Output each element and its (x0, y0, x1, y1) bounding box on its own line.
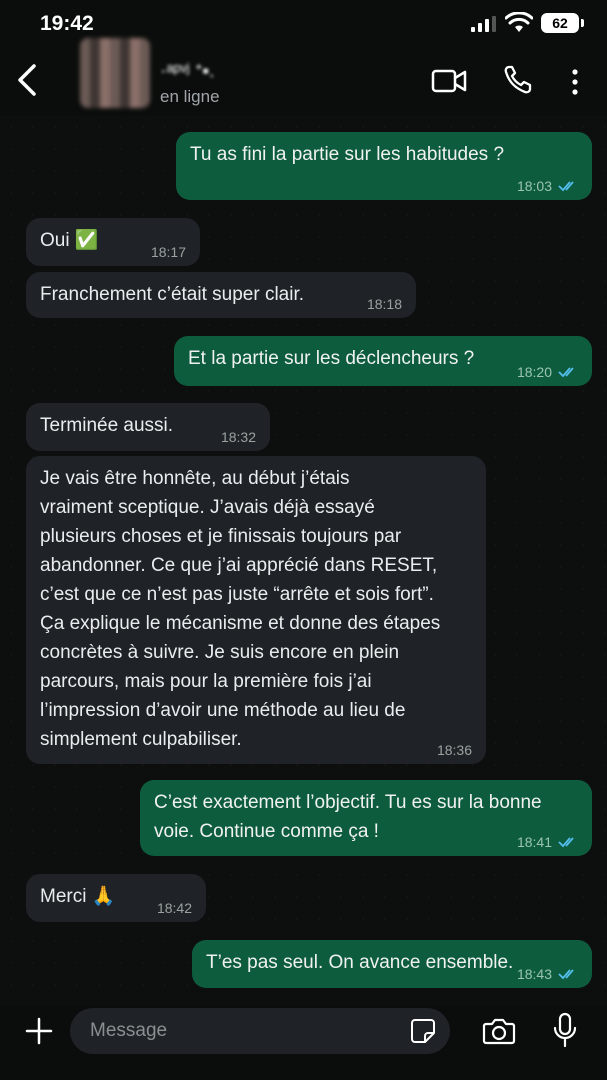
plus-icon[interactable] (24, 1016, 54, 1046)
battery-indicator: 62 (541, 13, 584, 33)
message-text: Franchement c’était super clair. (40, 284, 305, 305)
contact-status: en ligne (160, 87, 220, 106)
message-time: 18:18 (366, 296, 402, 312)
message-bubble[interactable]: Je vais être honnête, au début j’étais v… (26, 456, 486, 764)
composer-bar (0, 1006, 607, 1080)
sticker-icon[interactable] (410, 1018, 436, 1044)
double-check-icon (558, 837, 574, 848)
message-text: Je vais être honnête, au début j’étais v… (40, 468, 441, 750)
message-bubble[interactable]: Franchement c’était super clair. 18:18 (26, 272, 416, 318)
message-time: 18:42 (156, 900, 192, 916)
message-bubble[interactable]: T’es pas seul. On avance ensemble. 18:43 (192, 940, 592, 988)
more-vertical-icon[interactable] (565, 68, 585, 96)
video-call-icon[interactable] (431, 68, 467, 94)
cellular-signal-icon (471, 16, 496, 32)
message-text: C’est exactement l’objectif. Tu es sur l… (154, 792, 542, 842)
double-check-icon (558, 969, 574, 980)
message-bubble[interactable]: Tu as fini la partie sur les habitudes ?… (176, 132, 592, 200)
message-text: Tu as fini la partie sur les habitudes ? (190, 144, 505, 165)
message-input[interactable] (70, 1008, 450, 1054)
message-bubble[interactable]: Terminée aussi. 18:32 (26, 403, 270, 451)
message-bubble[interactable]: Et la partie sur les déclencheurs ? 18:2… (174, 336, 592, 386)
message-time: 18:32 (220, 429, 256, 445)
message-bubble[interactable]: Oui ✅ 18:17 (26, 218, 200, 266)
chevron-left-icon[interactable] (12, 60, 42, 100)
message-time: 18:43 (516, 966, 552, 982)
camera-icon[interactable] (482, 1016, 516, 1046)
avatar[interactable] (80, 38, 150, 108)
message-time: 18:20 (516, 364, 552, 380)
message-time: 18:03 (516, 178, 552, 194)
wifi-icon (505, 12, 533, 32)
microphone-icon[interactable] (552, 1012, 578, 1050)
message-time: 18:17 (150, 244, 186, 260)
message-bubble[interactable]: C’est exactement l’objectif. Tu es sur l… (140, 780, 592, 856)
contact-name[interactable]: ·ᵃᵖᵛʲ ᐩ▪. (160, 60, 214, 83)
status-time: 19:42 (40, 12, 94, 35)
double-check-icon (558, 181, 574, 192)
message-time: 18:41 (516, 834, 552, 850)
phone-icon[interactable] (503, 64, 533, 96)
message-time: 18:36 (436, 742, 472, 758)
double-check-icon (558, 367, 574, 378)
message-bubble[interactable]: Merci 🙏 18:42 (26, 874, 206, 922)
chat-header: ·ᵃᵖᵛʲ ᐩ▪. en ligne (0, 38, 607, 116)
